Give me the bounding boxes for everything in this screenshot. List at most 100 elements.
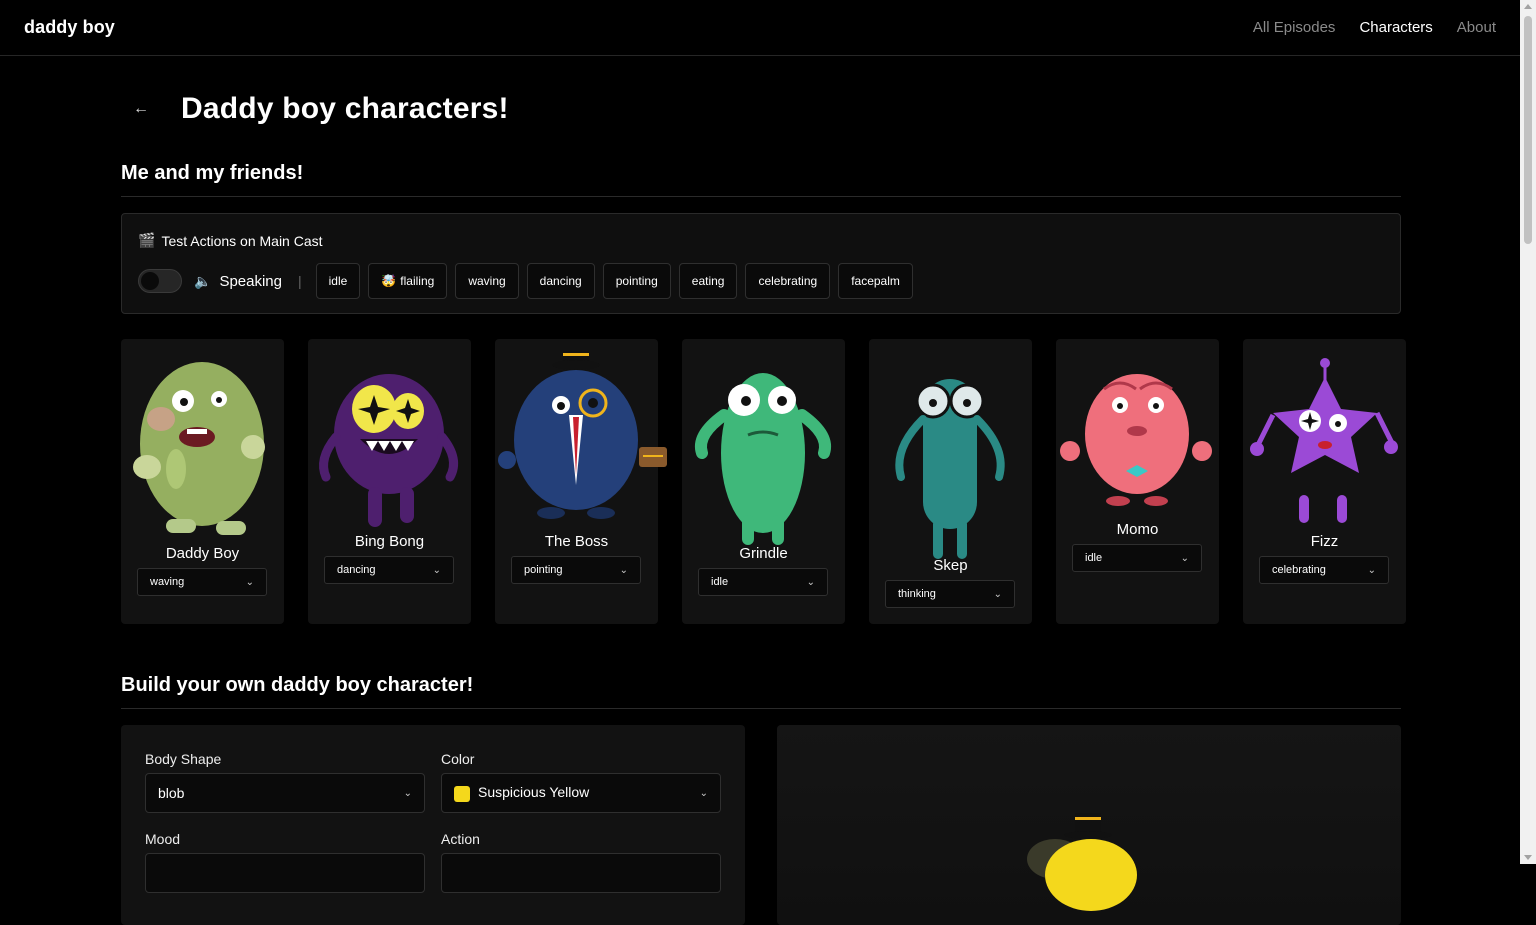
character-card-the-boss[interactable]: The Boss pointing ⌄	[495, 339, 667, 624]
builder-form: Body Shape blob ⌄ Color Suspicious Yello…	[121, 725, 745, 925]
chevron-down-icon: ⌄	[1367, 564, 1376, 576]
character-name: Daddy Boy	[165, 545, 240, 562]
scroll-down-arrow-icon[interactable]	[1524, 855, 1532, 860]
select-value: Suspicious Yellow	[478, 784, 590, 801]
divider	[121, 196, 1401, 197]
body-shape-select[interactable]: blob ⌄	[145, 773, 425, 813]
builder-preview	[777, 725, 1401, 925]
speaking-toggle[interactable]	[138, 269, 182, 293]
exploding-head-icon: 🤯	[381, 274, 397, 288]
character-action-select[interactable]: waving ⌄	[137, 568, 267, 596]
action-chips: idle 🤯 flailing waving dancing pointing e…	[315, 263, 913, 299]
select-value: celebrating	[1272, 564, 1326, 576]
page-title: Daddy boy characters!	[181, 92, 509, 125]
chevron-down-icon: ⌄	[1180, 552, 1189, 564]
character-card-grindle[interactable]: Grindle idle ⌄	[682, 339, 845, 624]
chevron-down-icon: ⌄	[806, 576, 815, 588]
skep-illustration	[895, 379, 1005, 559]
select-value: dancing	[337, 564, 376, 576]
scroll-thumb[interactable]	[1524, 16, 1532, 244]
chevron-down-icon: ⌄	[245, 576, 254, 588]
chevron-down-icon: ⌄	[699, 787, 708, 799]
nav-links: All Episodes Characters About	[1253, 19, 1496, 36]
color-select[interactable]: Suspicious Yellow ⌄	[441, 773, 721, 813]
speaker-icon: 🔈	[194, 272, 212, 289]
action-chip-celebrating[interactable]: celebrating	[745, 263, 831, 299]
daddy-boy-illustration	[133, 362, 265, 535]
select-value: blob	[158, 785, 185, 801]
character-card-momo[interactable]: Momo idle ⌄	[1056, 339, 1219, 624]
chip-label: facepalm	[851, 274, 900, 288]
section-title-friends: Me and my friends!	[121, 162, 304, 184]
action-chip-flailing[interactable]: 🤯 flailing	[368, 263, 448, 299]
select-value: waving	[150, 576, 185, 588]
chip-label: flailing	[400, 274, 435, 288]
character-action-select[interactable]: idle ⌄	[698, 568, 828, 596]
character-card-skep[interactable]: Skep thinking ⌄	[869, 339, 1032, 624]
chevron-down-icon: ⌄	[432, 564, 441, 576]
character-action-select[interactable]: idle ⌄	[1072, 544, 1202, 572]
mood-select[interactable]	[145, 853, 425, 893]
action-chip-pointing[interactable]: pointing	[602, 263, 671, 299]
speaking-label: Speaking	[219, 272, 282, 290]
chip-label: pointing	[615, 274, 658, 288]
color-select-value: Suspicious Yellow	[454, 784, 590, 802]
chevron-down-icon: ⌄	[403, 787, 412, 799]
action-chip-dancing[interactable]: dancing	[526, 263, 595, 299]
character-action-select[interactable]: thinking ⌄	[885, 580, 1015, 608]
top-nav: daddy boy All Episodes Characters About	[0, 0, 1520, 56]
section-title-builder: Build your own daddy boy character!	[121, 674, 474, 696]
select-value: pointing	[524, 564, 563, 576]
character-action-select[interactable]: celebrating ⌄	[1259, 556, 1389, 584]
chevron-down-icon: ⌄	[619, 564, 628, 576]
character-name: Fizz	[1310, 533, 1339, 550]
back-arrow-icon[interactable]: ←	[121, 93, 161, 125]
chip-label: eating	[691, 274, 725, 288]
test-actions-panel: 🎬 Test Actions on Main Cast 🔈 Speaking |…	[121, 213, 1401, 314]
chip-label: celebrating	[758, 274, 818, 288]
select-value: idle	[1085, 552, 1103, 564]
character-name: Bing Bong	[354, 533, 425, 550]
test-actions-row: 🔈 Speaking | idle 🤯 flailing waving danci…	[138, 263, 913, 299]
chip-label: dancing	[539, 274, 582, 288]
character-name: Grindle	[739, 545, 788, 562]
action-chip-idle[interactable]: idle	[315, 263, 361, 299]
brand-logo[interactable]: daddy boy	[24, 17, 115, 38]
nav-link-about[interactable]: About	[1457, 19, 1496, 36]
action-select[interactable]	[441, 853, 721, 893]
divider	[121, 708, 1401, 709]
chip-label: idle	[328, 274, 348, 288]
action-chip-eating[interactable]: eating	[678, 263, 738, 299]
test-actions-title: 🎬 Test Actions on Main Cast	[138, 232, 323, 249]
character-card-fizz[interactable]: Fizz celebrating ⌄	[1243, 339, 1406, 624]
character-card-bing-bong[interactable]: Bing Bong dancing ⌄	[308, 339, 471, 624]
test-actions-label: Test Actions on Main Cast	[161, 232, 323, 249]
color-swatch	[454, 785, 470, 802]
page-scrollbar[interactable]	[1520, 0, 1536, 864]
action-chip-waving[interactable]: waving	[455, 263, 519, 299]
grindle-illustration	[695, 373, 831, 545]
character-action-select[interactable]: pointing ⌄	[511, 556, 641, 584]
character-name: The Boss	[544, 533, 609, 550]
character-cards: Daddy Boy waving ⌄ Bing Bong dancing ⌄ T…	[121, 339, 1406, 624]
mood-label: Mood	[145, 831, 181, 847]
select-value: thinking	[898, 588, 936, 600]
the-boss-illustration	[498, 351, 667, 519]
action-chip-facepalm[interactable]: facepalm	[838, 263, 913, 299]
preview-character-illustration	[1027, 813, 1137, 911]
select-value: idle	[711, 576, 729, 588]
action-label: Action	[441, 831, 480, 847]
scroll-up-arrow-icon[interactable]	[1524, 4, 1532, 9]
color-label: Color	[441, 751, 475, 767]
character-name: Momo	[1116, 521, 1159, 538]
character-card-daddy-boy[interactable]: Daddy Boy waving ⌄	[121, 339, 284, 624]
character-action-select[interactable]: dancing ⌄	[324, 556, 454, 584]
clapperboard-icon: 🎬	[138, 232, 156, 248]
chip-label: waving	[468, 274, 506, 288]
nav-link-all-episodes[interactable]: All Episodes	[1253, 19, 1336, 36]
nav-link-characters[interactable]: Characters	[1359, 19, 1432, 36]
bing-bong-illustration	[319, 374, 459, 527]
separator: |	[298, 273, 302, 289]
page-header: ← Daddy boy characters!	[121, 92, 509, 126]
momo-illustration	[1060, 374, 1212, 506]
